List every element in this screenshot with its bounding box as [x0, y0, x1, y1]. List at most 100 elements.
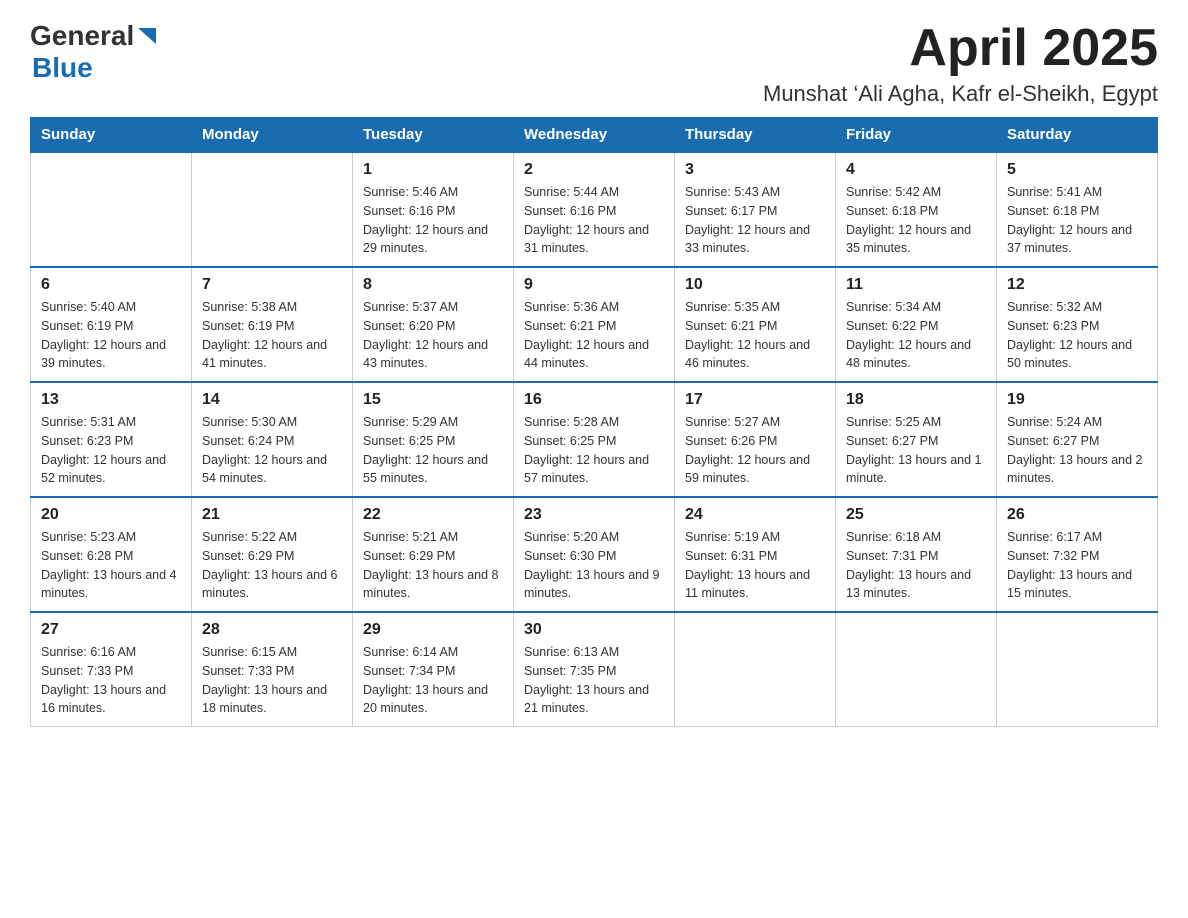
calendar-cell: 20 Sunrise: 5:23 AM Sunset: 6:28 PM Dayli… — [31, 497, 192, 612]
day-info: Sunrise: 5:41 AM Sunset: 6:18 PM Dayligh… — [1007, 183, 1147, 258]
calendar-cell — [675, 612, 836, 727]
calendar-table: SundayMondayTuesdayWednesdayThursdayFrid… — [30, 117, 1158, 727]
day-info: Sunrise: 5:31 AM Sunset: 6:23 PM Dayligh… — [41, 413, 181, 488]
day-number: 24 — [685, 506, 825, 524]
day-number: 23 — [524, 506, 664, 524]
day-info: Sunrise: 5:32 AM Sunset: 6:23 PM Dayligh… — [1007, 298, 1147, 373]
day-number: 22 — [363, 506, 503, 524]
calendar-cell: 5Sunrise: 5:41 AM Sunset: 6:18 PM Daylig… — [997, 152, 1158, 267]
day-number: 3 — [685, 161, 825, 179]
calendar-cell: 1 Sunrise: 5:46 AM Sunset: 6:16 PM Daylig… — [353, 152, 514, 267]
day-info: Sunrise: 5:40 AM Sunset: 6:19 PM Dayligh… — [41, 298, 181, 373]
day-info: Sunrise: 5:25 AM Sunset: 6:27 PM Dayligh… — [846, 413, 986, 488]
day-number: 11 — [846, 276, 986, 294]
day-info: Sunrise: 6:16 AM Sunset: 7:33 PM Dayligh… — [41, 643, 181, 718]
month-title: April 2025 — [763, 20, 1158, 77]
day-info: Sunrise: 5:35 AM Sunset: 6:21 PM Dayligh… — [685, 298, 825, 373]
day-number: 6 — [41, 276, 181, 294]
calendar-cell: 14 Sunrise: 5:30 AM Sunset: 6:24 PM Dayli… — [192, 382, 353, 497]
calendar-cell: 19Sunrise: 5:24 AM Sunset: 6:27 PM Dayli… — [997, 382, 1158, 497]
calendar-cell — [31, 152, 192, 267]
calendar-cell: 12 Sunrise: 5:32 AM Sunset: 6:23 PM Dayli… — [997, 267, 1158, 382]
day-info: Sunrise: 5:28 AM Sunset: 6:25 PM Dayligh… — [524, 413, 664, 488]
day-info: Sunrise: 5:38 AM Sunset: 6:19 PM Dayligh… — [202, 298, 342, 373]
day-info: Sunrise: 5:29 AM Sunset: 6:25 PM Dayligh… — [363, 413, 503, 488]
calendar-cell — [997, 612, 1158, 727]
day-number: 17 — [685, 391, 825, 409]
calendar-cell: 17 Sunrise: 5:27 AM Sunset: 6:26 PM Dayli… — [675, 382, 836, 497]
calendar-cell: 22 Sunrise: 5:21 AM Sunset: 6:29 PM Dayli… — [353, 497, 514, 612]
calendar-cell: 8Sunrise: 5:37 AM Sunset: 6:20 PM Daylig… — [353, 267, 514, 382]
calendar-header-row: SundayMondayTuesdayWednesdayThursdayFrid… — [31, 118, 1158, 153]
calendar-cell: 28 Sunrise: 6:15 AM Sunset: 7:33 PM Dayli… — [192, 612, 353, 727]
day-number: 15 — [363, 391, 503, 409]
day-info: Sunrise: 5:20 AM Sunset: 6:30 PM Dayligh… — [524, 528, 664, 603]
calendar-cell: 9Sunrise: 5:36 AM Sunset: 6:21 PM Daylig… — [514, 267, 675, 382]
logo: General Blue — [30, 20, 158, 84]
day-info: Sunrise: 5:22 AM Sunset: 6:29 PM Dayligh… — [202, 528, 342, 603]
calendar-cell: 27Sunrise: 6:16 AM Sunset: 7:33 PM Dayli… — [31, 612, 192, 727]
column-header-monday: Monday — [192, 118, 353, 153]
day-number: 9 — [524, 276, 664, 294]
column-header-friday: Friday — [836, 118, 997, 153]
day-info: Sunrise: 6:17 AM Sunset: 7:32 PM Dayligh… — [1007, 528, 1147, 603]
calendar-cell: 16 Sunrise: 5:28 AM Sunset: 6:25 PM Dayli… — [514, 382, 675, 497]
day-number: 10 — [685, 276, 825, 294]
day-info: Sunrise: 5:23 AM Sunset: 6:28 PM Dayligh… — [41, 528, 181, 603]
calendar-cell: 7 Sunrise: 5:38 AM Sunset: 6:19 PM Daylig… — [192, 267, 353, 382]
calendar-cell: 26 Sunrise: 6:17 AM Sunset: 7:32 PM Dayli… — [997, 497, 1158, 612]
calendar-cell: 13Sunrise: 5:31 AM Sunset: 6:23 PM Dayli… — [31, 382, 192, 497]
calendar-week-row: 6 Sunrise: 5:40 AM Sunset: 6:19 PM Daylig… — [31, 267, 1158, 382]
day-info: Sunrise: 5:30 AM Sunset: 6:24 PM Dayligh… — [202, 413, 342, 488]
calendar-cell: 4 Sunrise: 5:42 AM Sunset: 6:18 PM Daylig… — [836, 152, 997, 267]
column-header-sunday: Sunday — [31, 118, 192, 153]
day-info: Sunrise: 5:19 AM Sunset: 6:31 PM Dayligh… — [685, 528, 825, 603]
logo-triangle-icon — [136, 26, 158, 48]
calendar-cell — [836, 612, 997, 727]
day-info: Sunrise: 5:44 AM Sunset: 6:16 PM Dayligh… — [524, 183, 664, 258]
day-number: 29 — [363, 621, 503, 639]
day-number: 12 — [1007, 276, 1147, 294]
day-number: 2 — [524, 161, 664, 179]
column-header-tuesday: Tuesday — [353, 118, 514, 153]
logo-general-text: General — [30, 20, 134, 52]
day-number: 21 — [202, 506, 342, 524]
day-number: 28 — [202, 621, 342, 639]
column-header-wednesday: Wednesday — [514, 118, 675, 153]
calendar-cell: 21 Sunrise: 5:22 AM Sunset: 6:29 PM Dayli… — [192, 497, 353, 612]
day-number: 26 — [1007, 506, 1147, 524]
calendar-week-row: 27Sunrise: 6:16 AM Sunset: 7:33 PM Dayli… — [31, 612, 1158, 727]
day-info: Sunrise: 5:34 AM Sunset: 6:22 PM Dayligh… — [846, 298, 986, 373]
day-number: 20 — [41, 506, 181, 524]
day-number: 16 — [524, 391, 664, 409]
calendar-cell: 3 Sunrise: 5:43 AM Sunset: 6:17 PM Daylig… — [675, 152, 836, 267]
calendar-cell: 2 Sunrise: 5:44 AM Sunset: 6:16 PM Daylig… — [514, 152, 675, 267]
day-info: Sunrise: 5:46 AM Sunset: 6:16 PM Dayligh… — [363, 183, 503, 258]
day-info: Sunrise: 5:27 AM Sunset: 6:26 PM Dayligh… — [685, 413, 825, 488]
day-number: 14 — [202, 391, 342, 409]
day-number: 25 — [846, 506, 986, 524]
day-number: 1 — [363, 161, 503, 179]
calendar-week-row: 1 Sunrise: 5:46 AM Sunset: 6:16 PM Daylig… — [31, 152, 1158, 267]
day-number: 18 — [846, 391, 986, 409]
day-info: Sunrise: 6:18 AM Sunset: 7:31 PM Dayligh… — [846, 528, 986, 603]
day-info: Sunrise: 6:15 AM Sunset: 7:33 PM Dayligh… — [202, 643, 342, 718]
day-number: 30 — [524, 621, 664, 639]
location-title: Munshat ‘Ali Agha, Kafr el-Sheikh, Egypt — [763, 81, 1158, 107]
day-info: Sunrise: 5:37 AM Sunset: 6:20 PM Dayligh… — [363, 298, 503, 373]
logo-blue-text: Blue — [32, 52, 93, 84]
day-info: Sunrise: 5:24 AM Sunset: 6:27 PM Dayligh… — [1007, 413, 1147, 488]
day-info: Sunrise: 6:14 AM Sunset: 7:34 PM Dayligh… — [363, 643, 503, 718]
page-header: General Blue April 2025 Munshat ‘Ali Agh… — [30, 20, 1158, 107]
calendar-cell: 30 Sunrise: 6:13 AM Sunset: 7:35 PM Dayli… — [514, 612, 675, 727]
column-header-saturday: Saturday — [997, 118, 1158, 153]
day-info: Sunrise: 5:42 AM Sunset: 6:18 PM Dayligh… — [846, 183, 986, 258]
day-info: Sunrise: 5:43 AM Sunset: 6:17 PM Dayligh… — [685, 183, 825, 258]
calendar-week-row: 13Sunrise: 5:31 AM Sunset: 6:23 PM Dayli… — [31, 382, 1158, 497]
day-number: 4 — [846, 161, 986, 179]
day-info: Sunrise: 6:13 AM Sunset: 7:35 PM Dayligh… — [524, 643, 664, 718]
day-number: 7 — [202, 276, 342, 294]
calendar-cell: 10 Sunrise: 5:35 AM Sunset: 6:21 PM Dayli… — [675, 267, 836, 382]
day-info: Sunrise: 5:21 AM Sunset: 6:29 PM Dayligh… — [363, 528, 503, 603]
calendar-cell: 6 Sunrise: 5:40 AM Sunset: 6:19 PM Daylig… — [31, 267, 192, 382]
